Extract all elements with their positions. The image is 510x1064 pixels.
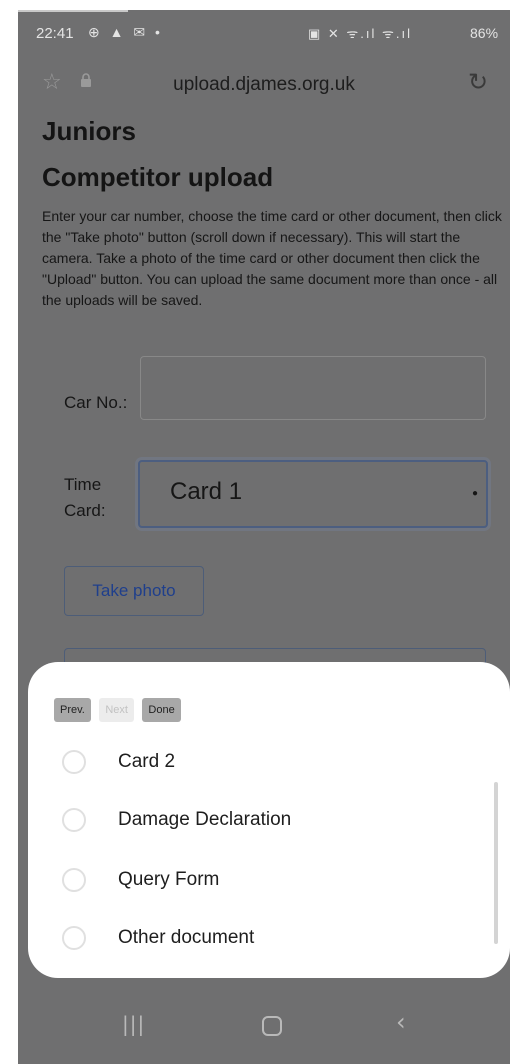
picker-option-card-2[interactable]: Card 2: [28, 740, 510, 784]
status-bar: 22:41 ⊕ ▲ ✉ • ▣ ✕ ᯤ.ıl ᯤ.ıl 86%: [18, 10, 510, 56]
reload-icon[interactable]: ↻: [468, 68, 488, 96]
dropdown-caret-icon: ●: [471, 488, 478, 499]
car-number-input[interactable]: [140, 356, 486, 420]
notification-icons: ⊕ ▲ ✉ •: [88, 24, 163, 40]
picker-option-other-document[interactable]: Other document: [28, 916, 510, 960]
page-title: Juniors: [42, 116, 136, 146]
select-picker-sheet: Prev. Next Done Card 2 Damage Declaratio…: [28, 662, 510, 978]
picker-option-label: Other document: [118, 927, 255, 948]
recent-apps-icon[interactable]: |||: [122, 1012, 145, 1036]
signal-icons: ▣ ✕ ᯤ.ıl ᯤ.ıl: [308, 26, 412, 41]
radio-icon[interactable]: [62, 750, 86, 774]
time-card-selected-value: Card 1: [170, 478, 243, 505]
browser-url-bar[interactable]: ☆ upload.djames.org.uk ↻: [18, 56, 510, 114]
picker-option-label: Query Form: [118, 869, 220, 890]
prev-button[interactable]: Prev.: [54, 698, 91, 722]
radio-icon[interactable]: [62, 868, 86, 892]
url-text[interactable]: upload.djames.org.uk: [18, 74, 510, 96]
done-button[interactable]: Done: [142, 698, 181, 722]
picker-option-query-form[interactable]: Query Form: [28, 858, 510, 902]
car-number-label: Car No.:: [64, 393, 128, 412]
time-card-select[interactable]: Card 1 ●: [138, 460, 488, 528]
picker-option-damage-declaration[interactable]: Damage Declaration: [28, 798, 510, 842]
system-nav-bar: ||| ‹: [18, 994, 510, 1064]
radio-icon[interactable]: [62, 808, 86, 832]
picker-option-label: Damage Declaration: [118, 809, 292, 830]
back-icon[interactable]: ‹: [396, 1008, 406, 1036]
picker-option-label: Card 2: [118, 751, 176, 772]
section-title: Competitor upload: [42, 162, 274, 192]
picker-scrollbar[interactable]: [494, 782, 498, 944]
instructions-text: Enter your car number, choose the time c…: [42, 208, 502, 308]
home-icon[interactable]: [262, 1016, 282, 1036]
status-time: 22:41: [36, 25, 74, 42]
phone-screen: 22:41 ⊕ ▲ ✉ • ▣ ✕ ᯤ.ıl ᯤ.ıl 86% ☆ upload…: [18, 10, 510, 1064]
take-photo-button[interactable]: Take photo: [64, 566, 204, 616]
next-button: Next: [99, 698, 134, 722]
time-card-label: Time Card:: [64, 475, 106, 520]
battery-level: 86%: [470, 25, 499, 41]
picker-toolbar: Prev. Next Done: [54, 698, 185, 722]
radio-icon[interactable]: [62, 926, 86, 950]
